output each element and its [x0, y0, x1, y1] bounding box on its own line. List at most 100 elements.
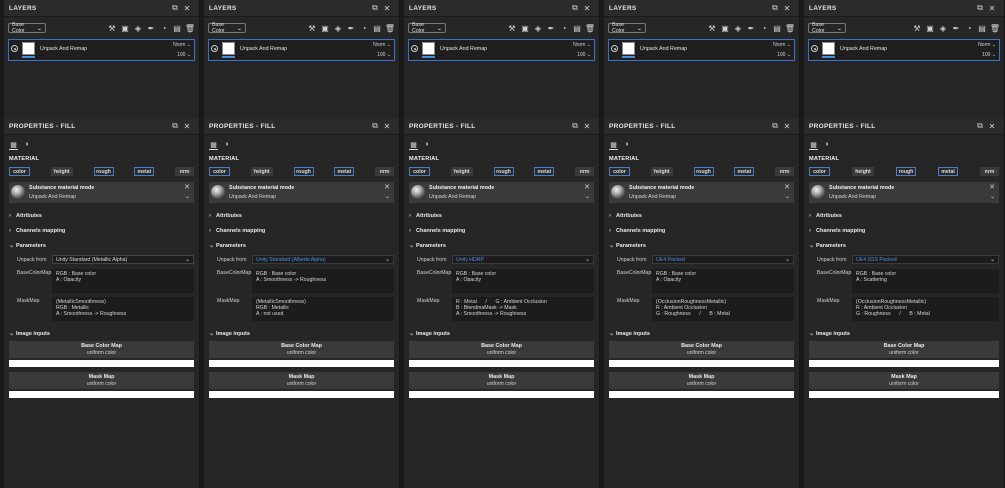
mask-map-button[interactable]: Mask Map uniform color [809, 372, 999, 389]
channels-mapping-group[interactable]: › Channels mapping [804, 223, 1004, 238]
material-sphere-tab-icon[interactable]: ◑ [22, 140, 31, 149]
add-layer-icon[interactable]: ◔ [759, 23, 769, 33]
float-panel-icon[interactable]: ⧉ [369, 2, 381, 14]
close-icon[interactable]: ✕ [989, 183, 995, 191]
channels-mapping-group[interactable]: › Channels mapping [4, 223, 199, 238]
layer-row[interactable]: Unpack And Remap Norm ⌄ 100 ⌄ [408, 39, 595, 61]
close-panel-icon[interactable]: ✕ [986, 120, 998, 132]
add-effect-icon[interactable]: ⚒ [107, 23, 117, 33]
base-color-map-button[interactable]: Base Color Map uniform color [409, 341, 594, 358]
substance-material-mode[interactable]: Substance material mode Unpack And Remap… [209, 182, 394, 203]
float-panel-icon[interactable]: ⧉ [769, 120, 781, 132]
fill-properties-tab-icon[interactable]: ▦ [9, 140, 18, 150]
close-panel-icon[interactable]: ✕ [781, 120, 793, 132]
base-color-map-button[interactable]: Base Color Map uniform color [209, 341, 394, 358]
add-fill-layer-icon[interactable]: ◈ [133, 23, 143, 33]
unpack-from-select[interactable]: Unity HDRP ⌄ [452, 255, 594, 264]
channel-metal-button[interactable]: metal [134, 167, 155, 176]
add-folder-icon[interactable]: ▤ [572, 23, 582, 33]
layer-blend-mode[interactable]: Norm ⌄ [373, 42, 391, 48]
add-mask-icon[interactable]: ▣ [925, 23, 935, 33]
layer-opacity[interactable]: 100 ⌄ [777, 52, 791, 58]
fill-properties-tab-icon[interactable]: ▦ [409, 140, 418, 150]
layer-opacity[interactable]: 100 ⌄ [982, 52, 996, 58]
close-icon[interactable]: ✕ [784, 183, 790, 191]
visibility-eye-icon[interactable] [211, 45, 218, 52]
mask-map-swatch[interactable] [409, 391, 594, 398]
layer-blend-mode[interactable]: Norm ⌄ [978, 42, 996, 48]
close-panel-icon[interactable]: ✕ [181, 120, 193, 132]
image-inputs-group[interactable]: ⌄ Image inputs [604, 326, 799, 341]
add-paint-layer-icon[interactable]: ✒ [346, 23, 356, 33]
delete-icon[interactable]: 🗑 [990, 23, 1000, 33]
channel-height-button[interactable]: height [852, 167, 874, 176]
layer-row[interactable]: Unpack And Remap Norm ⌄ 100 ⌄ [608, 39, 795, 61]
layer-blend-mode[interactable]: Norm ⌄ [773, 42, 791, 48]
channel-rough-button[interactable]: rough [93, 167, 114, 176]
channel-nrm-button[interactable]: nrm [575, 167, 594, 176]
blend-channel-select[interactable]: Base Color ⌄ [408, 22, 446, 34]
layer-opacity[interactable]: 100 ⌄ [177, 52, 191, 58]
channel-nrm-button[interactable]: nrm [980, 167, 999, 176]
channel-rough-button[interactable]: rough [896, 167, 916, 176]
add-paint-layer-icon[interactable]: ✒ [146, 23, 156, 33]
add-paint-layer-icon[interactable]: ✒ [951, 23, 961, 33]
close-icon[interactable]: ✕ [584, 183, 590, 191]
mask-map-swatch[interactable] [809, 391, 999, 398]
add-folder-icon[interactable]: ▤ [772, 23, 782, 33]
channel-height-button[interactable]: height [50, 167, 73, 176]
blend-channel-select[interactable]: Base Color ⌄ [8, 22, 46, 34]
add-paint-layer-icon[interactable]: ✒ [546, 23, 556, 33]
base-color-map-button[interactable]: Base Color Map uniform color [9, 341, 194, 358]
material-sphere-tab-icon[interactable]: ◑ [422, 140, 431, 149]
delete-icon[interactable]: 🗑 [185, 23, 195, 33]
add-fill-layer-icon[interactable]: ◈ [533, 23, 543, 33]
add-folder-icon[interactable]: ▤ [977, 23, 987, 33]
channel-color-button[interactable]: color [609, 167, 630, 176]
image-inputs-group[interactable]: ⌄ Image inputs [804, 326, 1004, 341]
channel-color-button[interactable]: color [9, 167, 30, 176]
add-mask-icon[interactable]: ▣ [520, 23, 530, 33]
add-layer-icon[interactable]: ◔ [159, 23, 169, 33]
substance-material-mode[interactable]: Substance material mode Unpack And Remap… [609, 182, 794, 203]
image-inputs-group[interactable]: ⌄ Image inputs [204, 326, 399, 341]
channel-metal-button[interactable]: metal [534, 167, 555, 176]
unpack-from-select[interactable]: UE4 SSS Packed ⌄ [852, 255, 999, 264]
float-panel-icon[interactable]: ⧉ [769, 2, 781, 14]
channel-rough-button[interactable]: rough [693, 167, 714, 176]
channel-rough-button[interactable]: rough [293, 167, 314, 176]
channel-color-button[interactable]: color [209, 167, 230, 176]
add-effect-icon[interactable]: ⚒ [307, 23, 317, 33]
attributes-group[interactable]: › Attributes [204, 208, 399, 223]
base-color-swatch[interactable] [409, 360, 594, 367]
add-layer-icon[interactable]: ◔ [964, 23, 974, 33]
chevron-down-icon[interactable]: ⌄ [990, 193, 995, 200]
channel-metal-button[interactable]: metal [938, 167, 958, 176]
visibility-eye-icon[interactable] [11, 45, 18, 52]
add-layer-icon[interactable]: ◔ [359, 23, 369, 33]
blend-channel-select[interactable]: Base Color ⌄ [208, 22, 246, 34]
add-fill-layer-icon[interactable]: ◈ [733, 23, 743, 33]
layer-blend-mode[interactable]: Norm ⌄ [173, 42, 191, 48]
mask-map-button[interactable]: Mask Map uniform color [209, 372, 394, 389]
layer-row[interactable]: Unpack And Remap Norm ⌄ 100 ⌄ [208, 39, 395, 61]
add-folder-icon[interactable]: ▤ [372, 23, 382, 33]
mask-map-button[interactable]: Mask Map uniform color [609, 372, 794, 389]
channel-color-button[interactable]: color [409, 167, 430, 176]
material-sphere-tab-icon[interactable]: ◑ [222, 140, 231, 149]
image-inputs-group[interactable]: ⌄ Image inputs [404, 326, 599, 341]
layer-row[interactable]: Unpack And Remap Norm ⌄ 100 ⌄ [8, 39, 195, 61]
channels-mapping-group[interactable]: › Channels mapping [604, 223, 799, 238]
mask-map-swatch[interactable] [609, 391, 794, 398]
close-panel-icon[interactable]: ✕ [581, 120, 593, 132]
base-color-map-button[interactable]: Base Color Map uniform color [809, 341, 999, 358]
add-layer-icon[interactable]: ◔ [559, 23, 569, 33]
base-color-swatch[interactable] [609, 360, 794, 367]
close-panel-icon[interactable]: ✕ [181, 2, 193, 14]
add-mask-icon[interactable]: ▣ [720, 23, 730, 33]
channel-height-button[interactable]: height [450, 167, 473, 176]
image-inputs-group[interactable]: ⌄ Image inputs [4, 326, 199, 341]
blend-channel-select[interactable]: Base Color ⌄ [808, 22, 846, 34]
parameters-group[interactable]: ⌄ Parameters [604, 238, 799, 253]
layer-row[interactable]: Unpack And Remap Norm ⌄ 100 ⌄ [808, 39, 1000, 61]
